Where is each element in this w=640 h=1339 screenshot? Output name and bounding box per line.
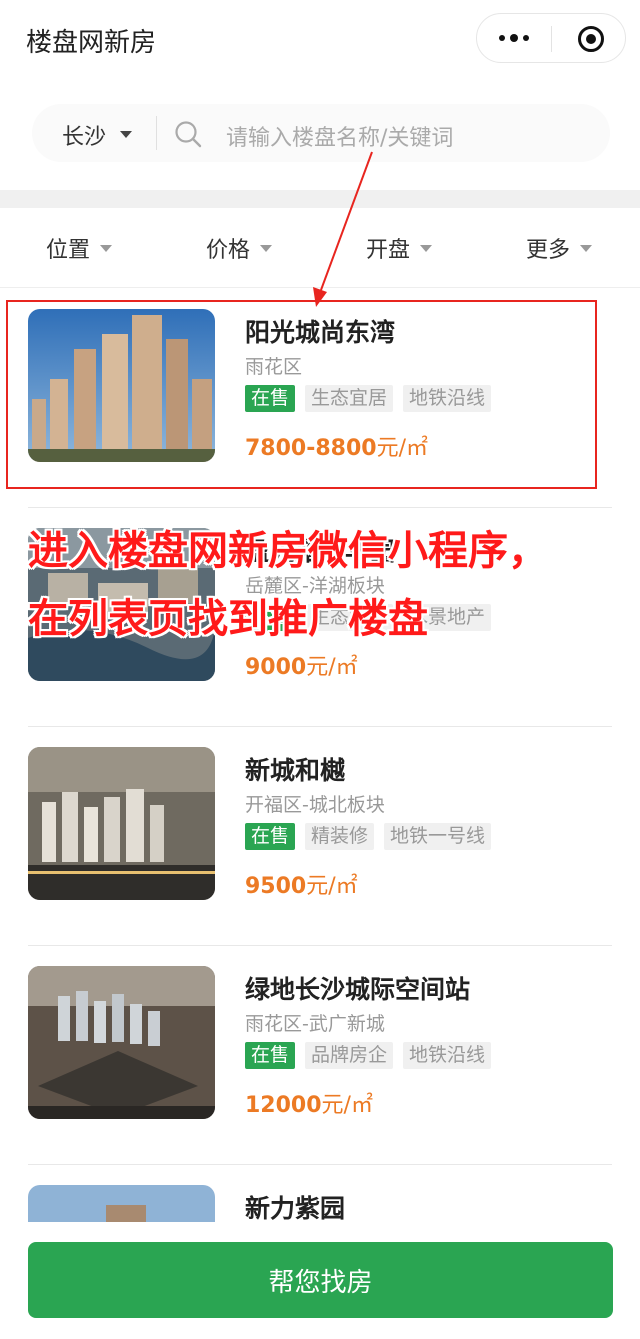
price-unit: 元/㎡ (306, 874, 358, 899)
listing-area: 开福区-城北板块 (245, 794, 385, 816)
top-bar: 楼盘网新房 (0, 0, 640, 80)
feature-tag: 精装修 (305, 823, 375, 850)
miniprogram-capsule (476, 13, 626, 63)
listing-tags: 在售 品牌房企 地铁沿线 (245, 1042, 492, 1069)
price-value: 9500 (245, 874, 307, 899)
filter-opening[interactable]: 开盘 (366, 232, 433, 264)
more-menu-icon[interactable] (477, 14, 551, 62)
filter-label: 价格 (206, 238, 251, 263)
filter-label: 更多 (526, 238, 571, 263)
listing-photo (28, 747, 215, 900)
filter-more[interactable]: 更多 (526, 232, 593, 264)
listing-name: 新力紫园 (245, 1194, 346, 1223)
status-badge: 在售 (245, 823, 296, 850)
listing-name: 新城和樾 (245, 756, 346, 785)
feature-tag: 地铁一号线 (384, 823, 492, 850)
bottom-bar: 帮您找房 (0, 1222, 640, 1339)
search-icon (175, 121, 202, 148)
section-divider (0, 190, 640, 208)
status-badge: 在售 (245, 1042, 296, 1069)
filter-bar: 位置 价格 开盘 更多 (0, 208, 640, 288)
search-input[interactable]: 请输入楼盘名称/关键词 (226, 120, 453, 152)
filter-price[interactable]: 价格 (206, 232, 273, 264)
feature-tag: 品牌房企 (305, 1042, 394, 1069)
listing-area: 雨花区-武广新城 (245, 1013, 385, 1035)
filter-label: 位置 (46, 238, 91, 263)
listing-tags: 在售 精装修 地铁一号线 (245, 823, 492, 850)
listing-price: 12000元/㎡ (245, 1087, 373, 1119)
filter-label: 开盘 (366, 238, 411, 263)
price-value: 9000 (245, 655, 307, 680)
listing-photo (28, 966, 215, 1119)
price-unit: 元/㎡ (306, 655, 358, 680)
price-unit: 元/㎡ (321, 1093, 373, 1118)
search-divider (156, 116, 157, 150)
listing-price: 9500元/㎡ (245, 868, 358, 900)
close-target-icon[interactable] (578, 26, 604, 52)
listing-item[interactable]: 绿地长沙城际空间站 雨花区-武广新城 在售 品牌房企 地铁沿线 12000元/㎡ (0, 946, 640, 1165)
city-selector[interactable]: 长沙 (62, 119, 106, 151)
find-home-button[interactable]: 帮您找房 (28, 1242, 613, 1318)
caret-down-icon[interactable] (120, 131, 132, 138)
listing-price: 9000元/㎡ (245, 649, 358, 681)
filter-location[interactable]: 位置 (46, 232, 113, 264)
capsule-divider (551, 26, 552, 52)
caret-down-icon (580, 244, 593, 252)
highlight-box (6, 300, 597, 489)
listing-name: 绿地长沙城际空间站 (245, 975, 471, 1004)
search-bar: 长沙 请输入楼盘名称/关键词 (32, 104, 610, 162)
caret-down-icon (260, 244, 273, 252)
feature-tag: 地铁沿线 (403, 1042, 492, 1069)
app-title: 楼盘网新房 (26, 28, 157, 58)
price-value: 12000 (245, 1093, 322, 1118)
caret-down-icon (420, 244, 433, 252)
annotation-caption: 在列表页找到推广楼盘 (28, 596, 428, 642)
annotation-caption: 进入楼盘网新房微信小程序， (28, 528, 548, 574)
listing-item[interactable]: 新城和樾 开福区-城北板块 在售 精装修 地铁一号线 9500元/㎡ (0, 727, 640, 946)
caret-down-icon (100, 244, 113, 252)
